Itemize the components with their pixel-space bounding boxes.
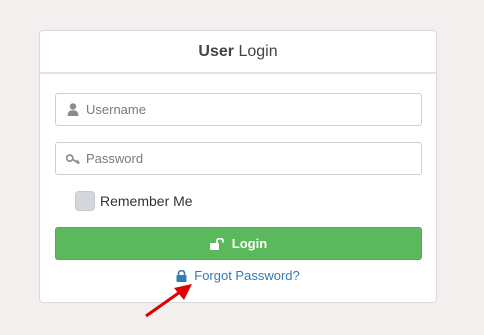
remember-me[interactable]: Remember Me [75, 191, 193, 211]
key-icon [66, 152, 80, 166]
unlock-icon [209, 237, 224, 250]
password-input[interactable] [86, 151, 421, 166]
red-arrow-icon [145, 284, 192, 318]
login-button[interactable]: Login [55, 227, 422, 260]
user-icon [66, 103, 80, 117]
remember-checkbox[interactable] [75, 191, 95, 211]
forgot-password[interactable]: Forgot Password? [40, 268, 436, 283]
username-input[interactable] [86, 102, 421, 117]
username-field[interactable] [55, 93, 422, 126]
login-button-label: Login [231, 236, 268, 251]
panel-title-rest: Login [238, 43, 278, 60]
panel-title-bold: User [198, 43, 234, 60]
forgot-password-link[interactable]: Forgot Password? [194, 268, 300, 283]
lock-icon [176, 269, 187, 282]
password-field[interactable] [55, 142, 422, 175]
login-panel: User Login Remember Me [39, 30, 437, 303]
remember-label: Remember Me [100, 193, 193, 209]
panel-title: User Login [40, 31, 436, 74]
